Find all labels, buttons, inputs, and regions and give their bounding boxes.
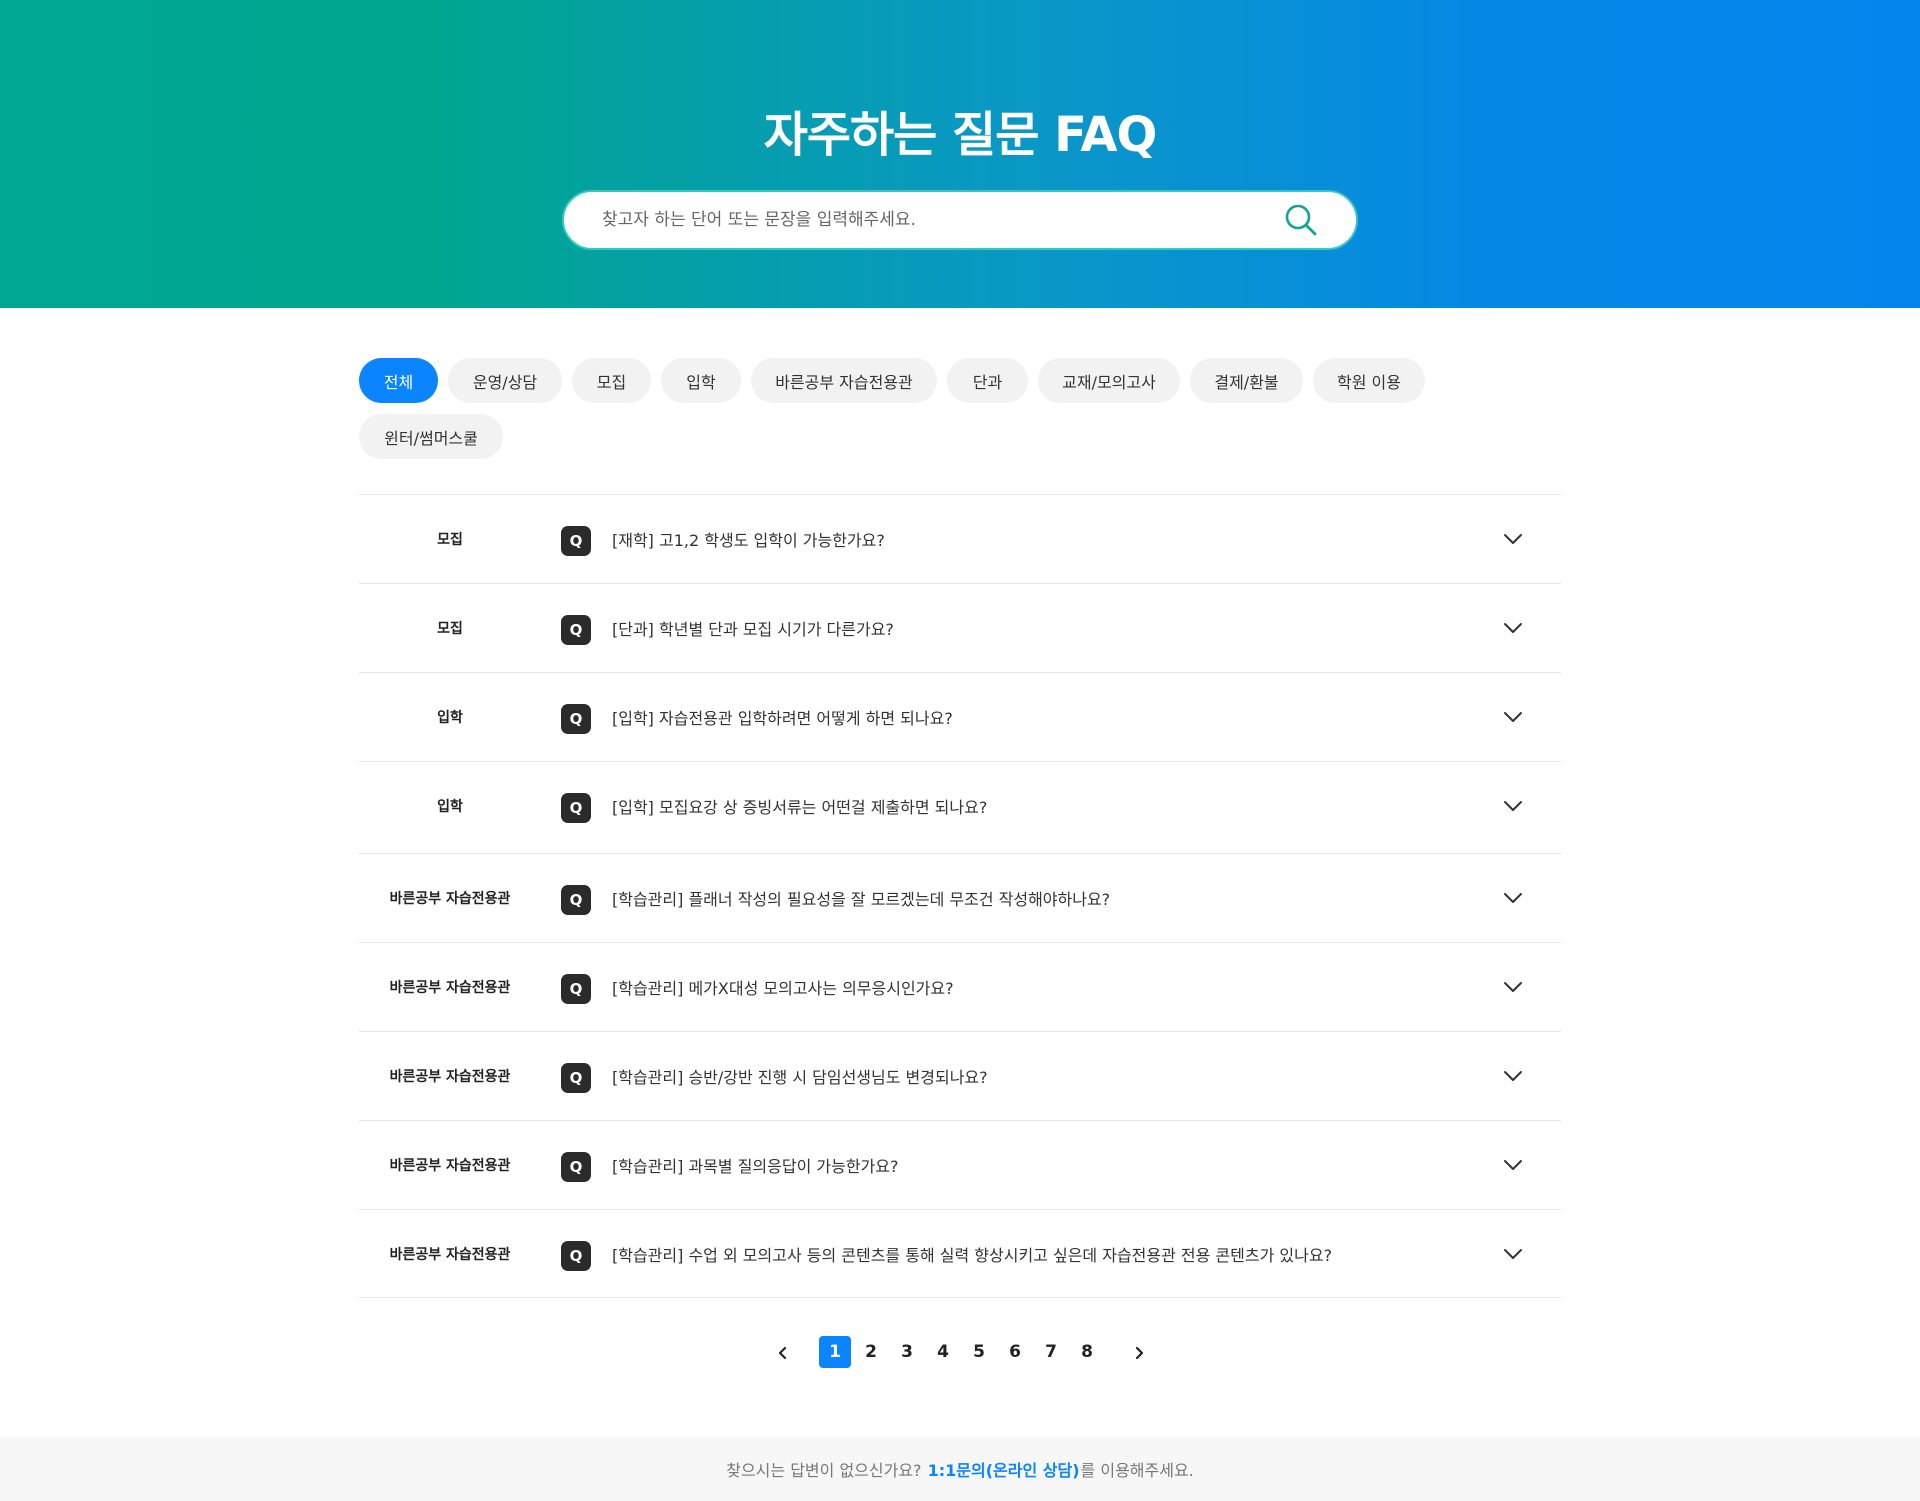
footer-prefix: 찾으시는 답변이 없으신가요? (726, 1461, 922, 1480)
category-chip[interactable]: 전체 (359, 358, 438, 403)
faq-question[interactable]: [학습관리] 수업 외 모의고사 등의 콘텐츠를 통해 실력 향상시키고 싶은데… (612, 1210, 1472, 1298)
category-chip[interactable]: 교재/모의고사 (1038, 358, 1180, 403)
chevron-down-icon[interactable] (1501, 1242, 1525, 1266)
prev-page-button[interactable] (771, 1341, 795, 1365)
page-title: 자주하는 질문 FAQ (763, 107, 1158, 163)
page-number[interactable]: 2 (855, 1336, 887, 1368)
faq-category: 바른공부 자습전용관 (389, 980, 511, 996)
faq-category: 바른공부 자습전용관 (389, 1247, 511, 1263)
page-number[interactable]: 3 (891, 1336, 923, 1368)
question-badge: Q (561, 526, 591, 556)
faq-category: 입학 (437, 710, 463, 726)
chevron-right-icon (1135, 1346, 1144, 1360)
question-badge: Q (561, 704, 591, 734)
search-input[interactable] (602, 192, 1242, 248)
faq-question[interactable]: [단과] 학년별 단과 모집 시기가 다른가요? (612, 584, 1472, 672)
chevron-left-icon (778, 1346, 787, 1360)
faq-category: 입학 (437, 799, 463, 815)
faq-question[interactable]: [입학] 모집요강 상 증빙서류는 어떤걸 제출하면 되나요? (612, 762, 1472, 850)
category-chip[interactable]: 결제/환불 (1190, 358, 1303, 403)
faq-item[interactable]: 바른공부 자습전용관 Q [학습관리] 승반/강반 진행 시 담임선생님도 변경되나… (359, 1031, 1561, 1120)
faq-question[interactable]: [학습관리] 승반/강반 진행 시 담임선생님도 변경되나요? (612, 1032, 1472, 1120)
page-number[interactable]: 1 (819, 1336, 851, 1368)
faq-question[interactable]: [재학] 고1,2 학생도 입학이 가능한가요? (612, 495, 1472, 583)
search-button[interactable] (1279, 200, 1323, 240)
faq-item[interactable]: 바른공부 자습전용관 Q [학습관리] 과목별 질의응답이 가능한가요? (359, 1120, 1561, 1209)
faq-question[interactable]: [입학] 자습전용관 입학하려면 어떻게 하면 되나요? (612, 673, 1472, 761)
faq-category: 바른공부 자습전용관 (389, 1158, 511, 1174)
category-chip[interactable]: 단과 (947, 358, 1028, 403)
chevron-down-icon[interactable] (1501, 1153, 1525, 1177)
faq-category: 바른공부 자습전용관 (389, 891, 511, 907)
question-badge: Q (561, 974, 591, 1004)
chevron-down-icon[interactable] (1501, 616, 1525, 640)
question-badge: Q (561, 885, 591, 915)
page-number[interactable]: 4 (927, 1336, 959, 1368)
footer-suffix: 를 이용해주세요. (1080, 1461, 1194, 1480)
pagination: 12345678 (0, 1333, 1920, 1377)
faq-question[interactable]: [학습관리] 메가X대성 모의고사는 의무응시인가요? (612, 943, 1472, 1031)
question-badge: Q (561, 1063, 591, 1093)
question-badge: Q (561, 1152, 591, 1182)
question-badge: Q (561, 793, 591, 823)
help-footer: 찾으시는 답변이 없으신가요? 1:1문의(온라인 상담) 를 이용해주세요. (0, 1437, 1920, 1501)
next-page-button[interactable] (1127, 1341, 1151, 1365)
question-badge: Q (561, 615, 591, 645)
faq-category: 모집 (437, 621, 463, 637)
faq-item[interactable]: 바른공부 자습전용관 Q [학습관리] 수업 외 모의고사 등의 콘텐츠를 통해 실… (359, 1209, 1561, 1298)
category-chip[interactable]: 모집 (572, 358, 651, 403)
faq-item[interactable]: 입학 Q [입학] 자습전용관 입학하려면 어떻게 하면 되나요? (359, 672, 1561, 761)
chevron-down-icon[interactable] (1501, 1064, 1525, 1088)
category-chip[interactable]: 학원 이용 (1313, 358, 1425, 403)
faq-item[interactable]: 모집 Q [단과] 학년별 단과 모집 시기가 다른가요? (359, 583, 1561, 672)
chevron-down-icon[interactable] (1501, 886, 1525, 910)
category-chip[interactable]: 윈터/썸머스쿨 (359, 414, 503, 459)
online-inquiry-link[interactable]: 1:1문의(온라인 상담) (928, 1457, 1080, 1481)
faq-question[interactable]: [학습관리] 과목별 질의응답이 가능한가요? (612, 1121, 1472, 1209)
faq-category: 모집 (437, 532, 463, 548)
faq-category: 바른공부 자습전용관 (389, 1069, 511, 1085)
faq-item[interactable]: 입학 Q [입학] 모집요강 상 증빙서류는 어떤걸 제출하면 되나요? (359, 761, 1561, 850)
category-chip[interactable]: 바른공부 자습전용관 (751, 358, 937, 403)
faq-item[interactable]: 모집 Q [재학] 고1,2 학생도 입학이 가능한가요? (359, 494, 1561, 583)
faq-item[interactable]: 바른공부 자습전용관 Q [학습관리] 메가X대성 모의고사는 의무응시인가요? (359, 942, 1561, 1031)
page-number[interactable]: 7 (1035, 1336, 1067, 1368)
faq-question[interactable]: [학습관리] 플래너 작성의 필요성을 잘 모르겠는데 무조건 작성해야하나요? (612, 854, 1472, 942)
question-badge: Q (561, 1241, 591, 1271)
search-box (562, 190, 1358, 250)
chevron-down-icon[interactable] (1501, 527, 1525, 551)
chevron-down-icon[interactable] (1501, 705, 1525, 729)
faq-item[interactable]: 바른공부 자습전용관 Q [학습관리] 플래너 작성의 필요성을 잘 모르겠는데 무… (359, 853, 1561, 942)
chevron-down-icon[interactable] (1501, 794, 1525, 818)
page-number[interactable]: 6 (999, 1336, 1031, 1368)
search-icon (1285, 204, 1317, 236)
page-number[interactable]: 5 (963, 1336, 995, 1368)
category-chip[interactable]: 입학 (661, 358, 741, 403)
page-number[interactable]: 8 (1071, 1336, 1103, 1368)
category-chip[interactable]: 운영/상담 (448, 358, 562, 403)
chevron-down-icon[interactable] (1501, 975, 1525, 999)
hero-banner: 자주하는 질문 FAQ (0, 0, 1920, 308)
